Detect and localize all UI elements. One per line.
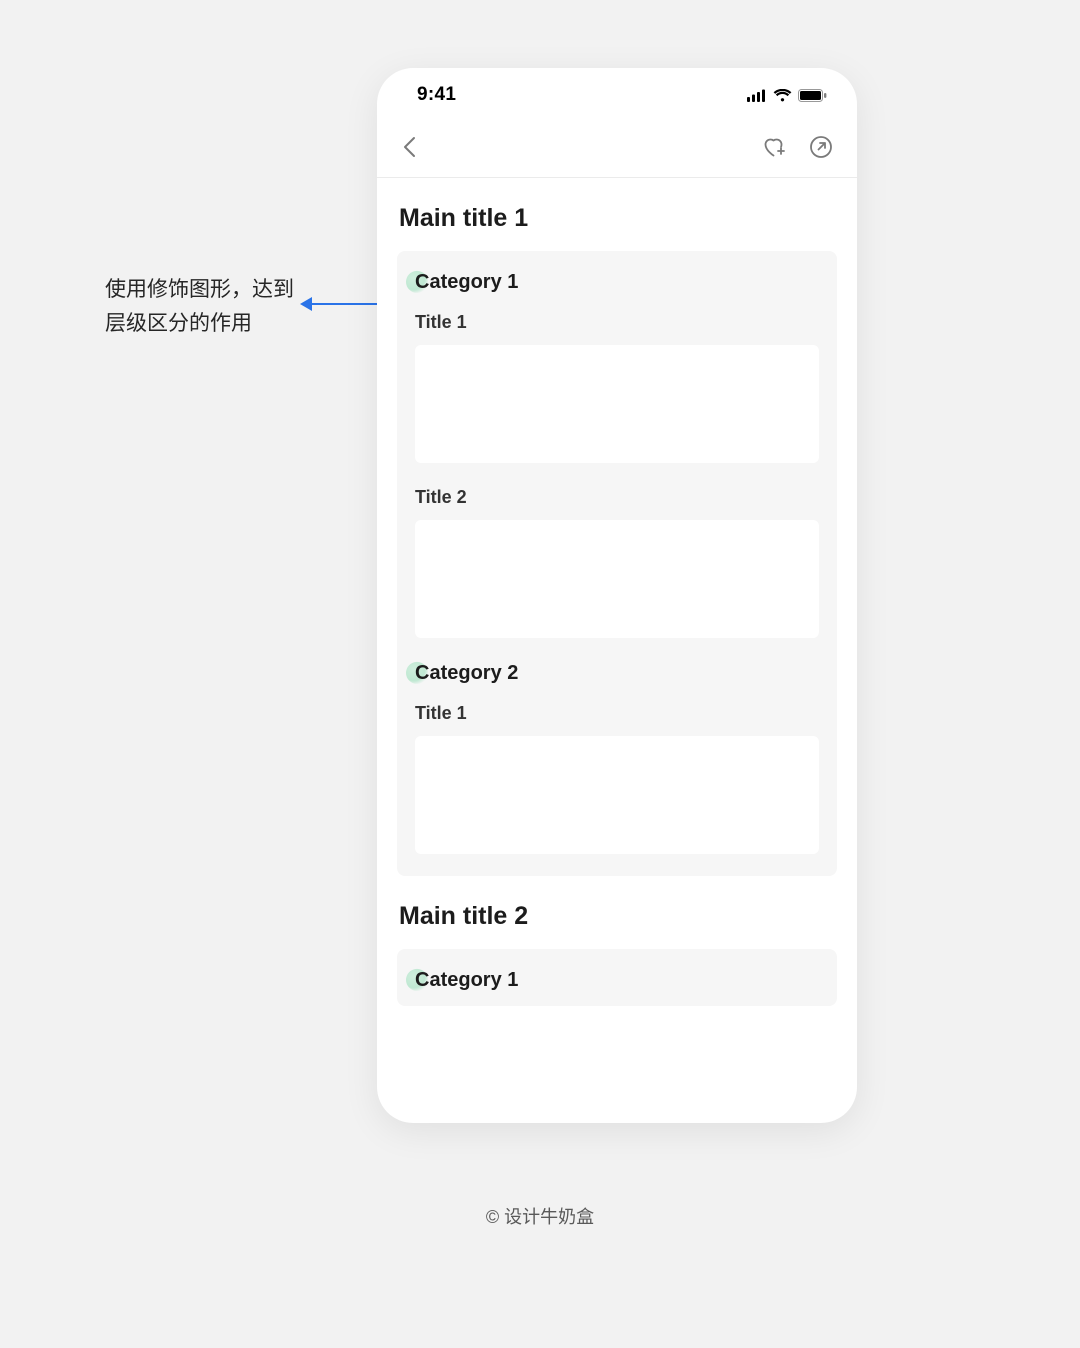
category-label: Category 1 (413, 271, 518, 294)
section-card: Category 1 (397, 949, 837, 1006)
nav-bar (377, 122, 857, 178)
back-button[interactable] (401, 135, 419, 164)
footer-caption: © 设计牛奶盒 (0, 1203, 1080, 1229)
cellular-icon (747, 89, 767, 102)
status-bar: 9:41 (377, 68, 857, 122)
content-placeholder (415, 345, 819, 463)
category-label: Category 2 (413, 662, 518, 685)
favorite-button[interactable] (761, 135, 787, 164)
category-label: Category 1 (413, 969, 518, 992)
item-title: Title 1 (415, 312, 819, 333)
category-text: Category 2 (415, 662, 518, 684)
phone-frame: 9:41 (377, 68, 857, 1123)
status-icons-group (747, 89, 827, 102)
content-placeholder (415, 736, 819, 854)
main-title: Main title 2 (399, 902, 837, 931)
category-text: Category 1 (415, 271, 518, 293)
wifi-icon (773, 89, 792, 102)
status-time: 9:41 (417, 84, 456, 106)
annotation-text: 使用修饰图形，达到层级区分的作用 (105, 273, 305, 340)
category-text: Category 1 (415, 969, 518, 991)
battery-icon (798, 89, 827, 102)
item-title: Title 1 (415, 703, 819, 724)
item-title: Title 2 (415, 487, 819, 508)
main-title: Main title 1 (399, 204, 837, 233)
share-button[interactable] (809, 135, 833, 164)
content-placeholder (415, 520, 819, 638)
section-card: Category 1 Title 1 Title 2 Category 2 Ti… (397, 251, 837, 876)
content-scroll[interactable]: Main title 1 Category 1 Title 1 Title 2 … (377, 204, 857, 1038)
